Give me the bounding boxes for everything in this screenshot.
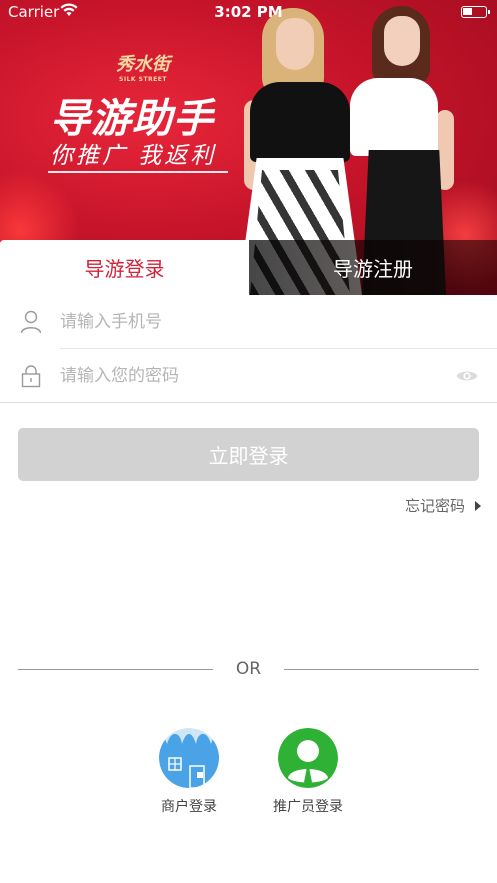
auth-tabs: 导游登录 导游注册 bbox=[0, 240, 497, 295]
lock-icon bbox=[20, 364, 42, 388]
banner-underline bbox=[48, 171, 228, 173]
brand-logo-en: SILK STREET bbox=[119, 76, 167, 83]
promoter-person-icon bbox=[278, 728, 338, 788]
storefront-icon bbox=[159, 728, 219, 788]
promoter-login-label: 推广员登录 bbox=[273, 799, 343, 815]
tab-guide-register[interactable]: 导游注册 bbox=[249, 240, 497, 295]
brand-logo-cn: 秀水街 bbox=[116, 54, 170, 75]
banner-subline: 你推广 我返利 bbox=[50, 143, 217, 169]
or-divider-right bbox=[284, 669, 479, 670]
merchant-login-label: 商户登录 bbox=[161, 799, 217, 815]
status-bar: Carrier 3:02 PM bbox=[0, 0, 497, 26]
or-divider-left bbox=[18, 669, 213, 670]
password-input[interactable] bbox=[60, 359, 440, 393]
phone-field-row bbox=[0, 295, 497, 349]
password-field-row bbox=[0, 349, 497, 403]
eye-icon[interactable] bbox=[455, 365, 479, 387]
forgot-password-label: 忘记密码 bbox=[404, 497, 465, 515]
phone-input[interactable] bbox=[60, 305, 440, 339]
model-left-dress-top bbox=[250, 82, 350, 162]
tab-guide-login[interactable]: 导游登录 bbox=[0, 240, 249, 295]
battery-icon bbox=[461, 6, 490, 18]
model-right-top bbox=[350, 78, 438, 156]
forgot-password-link[interactable]: 忘记密码 bbox=[405, 495, 481, 516]
user-icon bbox=[20, 310, 42, 334]
or-divider-text: OR bbox=[235, 659, 262, 679]
clock-time: 3:02 PM bbox=[214, 3, 283, 21]
merchant-login-button[interactable]: 商户登录 bbox=[139, 728, 239, 816]
login-button[interactable]: 立即登录 bbox=[18, 428, 479, 481]
form-bottom-divider bbox=[0, 402, 497, 403]
promoter-login-button[interactable]: 推广员登录 bbox=[258, 728, 358, 816]
brand-logo: 秀水街 SILK STREET bbox=[108, 50, 178, 83]
chevron-right-icon bbox=[475, 500, 481, 511]
